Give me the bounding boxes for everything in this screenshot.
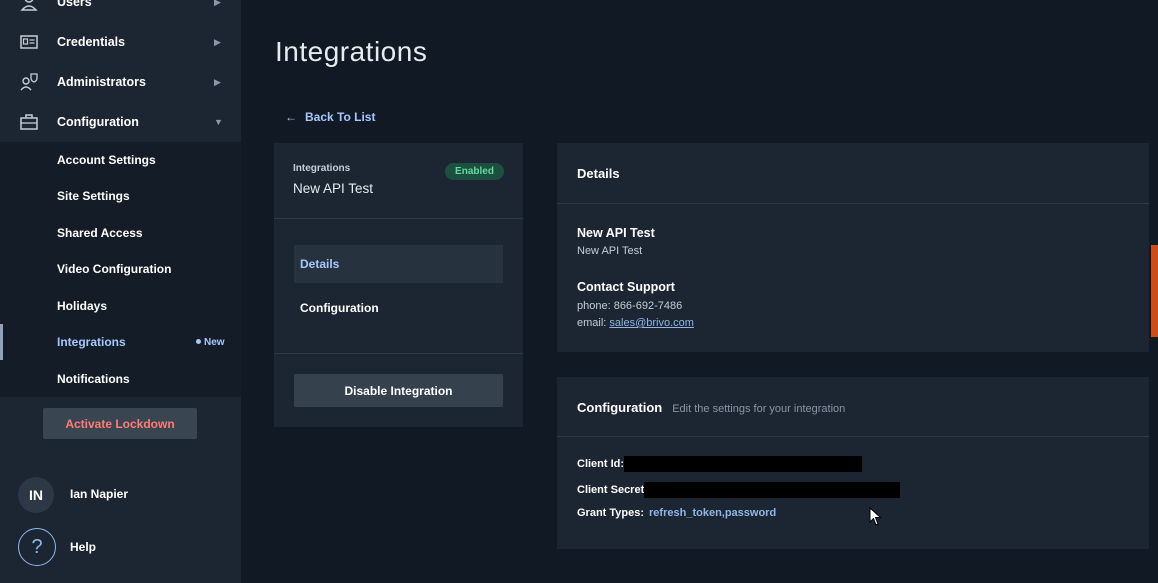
nav-item-configuration[interactable]: Configuration ▼ bbox=[0, 102, 241, 142]
help-link[interactable]: Help bbox=[70, 540, 96, 554]
sidebar-item-holidays[interactable]: Holidays bbox=[0, 288, 241, 324]
details-header: Details bbox=[577, 166, 620, 181]
arrow-left-icon: ← bbox=[285, 110, 297, 124]
sidebar-item-video-configuration[interactable]: Video Configuration bbox=[0, 251, 241, 287]
nav-label: Credentials bbox=[57, 35, 126, 49]
grant-types-value: refresh_token,password bbox=[649, 507, 777, 519]
chevron-right-icon: ▶ bbox=[214, 36, 221, 47]
tab-configuration[interactable]: Configuration bbox=[294, 289, 503, 327]
client-secret-row: Client Secret bbox=[577, 482, 901, 498]
nav-item-credentials[interactable]: Credentials ▶ bbox=[0, 22, 241, 62]
page-title: Integrations bbox=[275, 36, 428, 67]
nav-label: Configuration bbox=[57, 115, 139, 129]
configuration-header: Configuration Edit the settings for your … bbox=[577, 400, 845, 415]
integration-kicker: Integrations bbox=[293, 163, 351, 174]
sidebar-item-shared-access[interactable]: Shared Access bbox=[0, 215, 241, 251]
client-secret-label: Client Secret bbox=[577, 484, 645, 496]
chevron-right-icon: ▶ bbox=[214, 76, 221, 87]
avatar[interactable]: IN bbox=[18, 477, 54, 513]
new-badge-label: New bbox=[204, 336, 225, 348]
back-to-list-label: Back To List bbox=[305, 110, 376, 124]
client-id-label: Client Id: bbox=[577, 458, 625, 470]
status-badge: Enabled bbox=[445, 163, 504, 180]
admin-icon bbox=[20, 73, 38, 91]
activate-lockdown-button[interactable]: Activate Lockdown bbox=[43, 408, 197, 439]
sidebar-item-account-settings[interactable]: Account Settings bbox=[0, 142, 241, 178]
mouse-cursor-icon bbox=[869, 507, 882, 526]
sidebar-item-label: Integrations bbox=[57, 335, 126, 349]
chevron-right-icon: ▶ bbox=[214, 0, 221, 7]
redacted-client-secret bbox=[644, 482, 901, 498]
nav-label: Users bbox=[57, 0, 92, 9]
new-badge: New bbox=[196, 337, 225, 348]
sidebar: Users ▶ Credentials ▶ Administrators ▶ C… bbox=[0, 0, 241, 583]
user-icon bbox=[20, 0, 38, 11]
help-icon[interactable]: ? bbox=[18, 528, 56, 566]
support-email-link[interactable]: sales@brivo.com bbox=[609, 317, 694, 329]
id-card-icon bbox=[20, 35, 38, 49]
nav-item-administrators[interactable]: Administrators ▶ bbox=[0, 62, 241, 102]
tab-details[interactable]: Details bbox=[294, 245, 503, 283]
details-card-header: Details bbox=[557, 143, 1149, 204]
redacted-client-id bbox=[624, 456, 863, 472]
configuration-card: Configuration Edit the settings for your … bbox=[557, 377, 1149, 549]
integration-summary-card: Integrations New API Test Enabled Detail… bbox=[274, 143, 523, 427]
user-name[interactable]: Ian Napier bbox=[70, 487, 128, 501]
back-to-list-link[interactable]: ← Back To List bbox=[285, 110, 375, 124]
grant-types-row: Grant Types: refresh_token,password bbox=[577, 507, 776, 519]
sidebar-item-label: Video Configuration bbox=[57, 262, 172, 276]
contact-support-title: Contact Support bbox=[577, 280, 675, 294]
support-phone: phone: 866-692-7486 bbox=[577, 300, 683, 312]
disable-integration-button[interactable]: Disable Integration bbox=[294, 374, 503, 407]
configuration-card-header: Configuration Edit the settings for your … bbox=[557, 377, 1149, 437]
integration-description: New API Test bbox=[577, 245, 643, 257]
grant-types-label: Grant Types: bbox=[577, 507, 645, 519]
integration-title: New API Test bbox=[577, 226, 655, 240]
sidebar-item-integrations[interactable]: Integrations New bbox=[0, 324, 241, 360]
configuration-title: Configuration bbox=[577, 400, 663, 415]
divider bbox=[274, 218, 523, 219]
dot-icon bbox=[196, 339, 201, 345]
support-email-prefix: email: bbox=[577, 317, 610, 329]
chevron-down-icon: ▼ bbox=[214, 117, 223, 127]
sidebar-item-label: Holidays bbox=[57, 299, 108, 313]
configuration-subtitle: Edit the settings for your integration bbox=[672, 403, 846, 415]
sidebar-item-label: Site Settings bbox=[57, 189, 130, 203]
divider bbox=[274, 353, 523, 354]
briefcase-icon bbox=[20, 114, 38, 130]
support-email-row: email: sales@brivo.com bbox=[577, 317, 694, 329]
sidebar-item-site-settings[interactable]: Site Settings bbox=[0, 178, 241, 214]
sidebar-item-label: Shared Access bbox=[57, 226, 143, 240]
integration-name: New API Test bbox=[293, 181, 374, 196]
sidebar-item-notifications[interactable]: Notifications bbox=[0, 361, 241, 397]
sidebar-item-label: Notifications bbox=[57, 372, 130, 386]
details-card: Details New API Test New API Test Contac… bbox=[557, 143, 1149, 352]
client-id-row: Client Id: bbox=[577, 456, 863, 472]
sidebar-item-label: Account Settings bbox=[57, 153, 156, 167]
nav-label: Administrators bbox=[57, 75, 146, 89]
scrollbar-thumb[interactable] bbox=[1151, 245, 1158, 337]
nav-item-users[interactable]: Users ▶ bbox=[0, 0, 241, 22]
